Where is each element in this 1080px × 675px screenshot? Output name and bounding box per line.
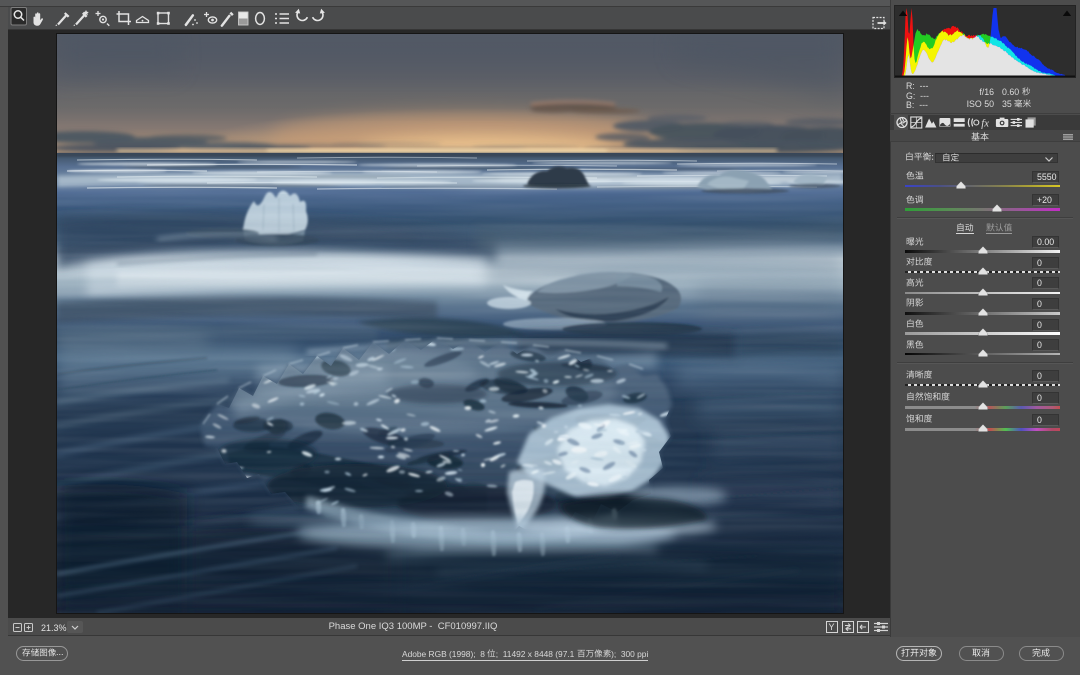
svg-text:fx: fx xyxy=(981,119,989,130)
svg-text:Y: Y xyxy=(829,622,835,632)
